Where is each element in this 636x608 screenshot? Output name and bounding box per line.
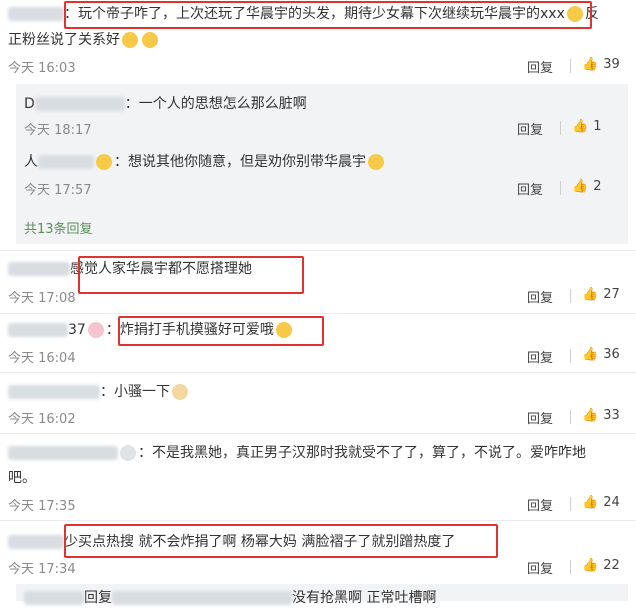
reply-prefix: 回复	[84, 590, 112, 606]
username-blurred[interactable]	[24, 591, 84, 605]
highlight-box	[78, 256, 304, 294]
username-blurred[interactable]	[8, 262, 70, 276]
username-blurred[interactable]	[8, 323, 68, 337]
like-count: 22	[603, 558, 620, 573]
comment-time: 今天 16:04	[8, 351, 76, 366]
like-count: 24	[603, 495, 620, 510]
reply-button[interactable]: 回复	[527, 408, 553, 427]
like-count: 27	[603, 287, 620, 302]
like-count: 39	[603, 57, 620, 72]
username-blurred[interactable]	[8, 7, 64, 21]
smiley-emoji-icon	[122, 32, 138, 48]
comment-text-cont: 吧。	[8, 470, 36, 486]
comment-text: 没有抢黑啊 正常吐槽啊	[292, 590, 437, 606]
comment-1-line2: 正粉丝说了关系好	[8, 30, 160, 50]
comment-time: 今天 16:03	[8, 61, 76, 76]
reply-button[interactable]: 回复	[517, 119, 543, 138]
highlight-box	[64, 524, 498, 558]
username-suffix[interactable]: 37	[68, 322, 86, 338]
username-blurred[interactable]	[34, 97, 125, 111]
sub-reply-time: 今天 17:57	[24, 183, 92, 198]
username-blurred[interactable]	[112, 591, 292, 605]
comment-text: ：小骚一下	[100, 384, 170, 400]
like-button[interactable]: 👍 2	[572, 179, 601, 194]
thumbs-up-icon: 👍	[582, 347, 599, 362]
comment-time: 今天 17:34	[8, 562, 76, 577]
separator	[560, 181, 561, 195]
thumbs-up-icon: 👍	[572, 179, 589, 194]
like-button[interactable]: 👍 36	[582, 347, 620, 362]
reply-button[interactable]: 回复	[527, 558, 553, 577]
comment-text: ：不是我黑她，真正男子汉那时我就受不了了，算了，不说了。爱咋咋地	[138, 445, 586, 461]
divider	[0, 520, 636, 521]
separator	[570, 560, 571, 574]
smiley-emoji-icon	[96, 154, 112, 170]
thumbs-up-icon: 👍	[582, 287, 599, 302]
hand-emoji-icon	[172, 384, 188, 400]
comment-4: ：小骚一下	[8, 382, 190, 402]
smiley-emoji-icon	[368, 154, 384, 170]
sub-username[interactable]: D	[24, 96, 35, 112]
sub-reply-2: 人 ：想说其他你随意，但是劝你别带华晨宇	[24, 152, 386, 172]
thumbs-up-icon: 👍	[582, 558, 599, 573]
comment-text-cont: 正粉丝说了关系好	[8, 32, 120, 48]
reply-button[interactable]: 回复	[527, 287, 553, 306]
like-count: 2	[593, 179, 602, 194]
more-replies-link[interactable]: 共13条回复	[24, 218, 93, 237]
sub-reply-time: 今天 18:17	[24, 123, 92, 138]
thumbs-up-icon: 👍	[582, 495, 599, 510]
separator	[560, 121, 561, 135]
like-button[interactable]: 👍 39	[582, 57, 620, 72]
like-count: 36	[603, 347, 620, 362]
like-button[interactable]: 👍 27	[582, 287, 620, 302]
divider	[0, 372, 636, 373]
separator	[570, 289, 571, 303]
username-blurred[interactable]	[8, 446, 118, 460]
thumbs-up-icon: 👍	[582, 57, 599, 72]
sub-username[interactable]: 人	[24, 154, 38, 170]
like-button[interactable]: 👍 1	[572, 119, 601, 134]
smiley-emoji-icon	[142, 32, 158, 48]
separator	[570, 497, 571, 511]
divider	[0, 433, 636, 434]
reply-button[interactable]: 回复	[527, 347, 553, 366]
separator	[570, 410, 571, 424]
divider	[0, 250, 636, 251]
comment-5-line1: ：不是我黑她，真正男子汉那时我就受不了了，算了，不说了。爱咋咋地	[8, 443, 586, 463]
like-count: 33	[603, 408, 620, 423]
thumbs-up-icon: 👍	[572, 119, 589, 134]
like-count: 1	[593, 119, 602, 134]
comment-time: 今天 17:35	[8, 499, 76, 514]
username-blurred[interactable]	[8, 385, 100, 399]
comment-7: 回复 没有抢黑啊 正常吐槽啊	[24, 588, 436, 608]
reply-button[interactable]: 回复	[527, 57, 553, 76]
pig-emoji-icon	[87, 322, 104, 338]
like-button[interactable]: 👍 33	[582, 408, 620, 423]
reply-button[interactable]: 回复	[527, 495, 553, 514]
separator	[570, 349, 571, 363]
separator	[570, 59, 571, 73]
sub-reply-text: ：想说其他你随意，但是劝你别带华晨宇	[114, 154, 366, 170]
highlight-box	[118, 316, 324, 346]
thumbs-up-icon: 👍	[582, 408, 599, 423]
sub-reply-text: ：一个人的思想怎么那么脏啊	[124, 96, 307, 112]
sub-reply-1: D ：一个人的思想怎么那么脏啊	[24, 94, 307, 114]
username-blurred[interactable]	[8, 535, 64, 549]
reply-button[interactable]: 回复	[517, 179, 543, 198]
highlight-box	[64, 1, 592, 29]
username-blurred[interactable]	[38, 155, 94, 169]
comment-time: 今天 17:08	[8, 291, 76, 306]
divider	[0, 313, 636, 314]
comment-time: 今天 16:02	[8, 412, 76, 427]
panda-emoji-icon	[120, 445, 136, 461]
like-button[interactable]: 👍 22	[582, 558, 620, 573]
like-button[interactable]: 👍 24	[582, 495, 620, 510]
